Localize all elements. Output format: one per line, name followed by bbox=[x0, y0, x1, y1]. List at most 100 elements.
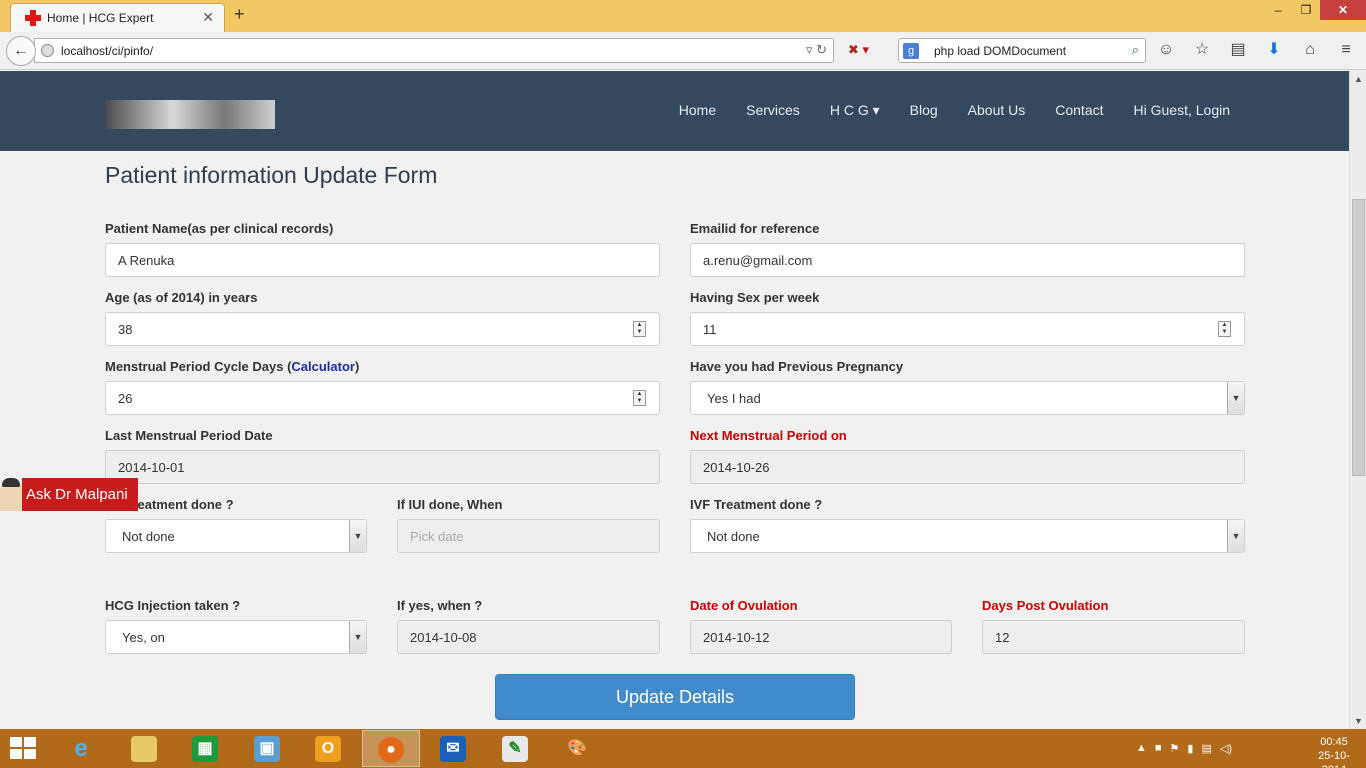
notepad-taskbar-icon[interactable]: ✎ bbox=[486, 730, 544, 767]
hcg-when-date-input[interactable]: 2014-10-08 bbox=[397, 620, 660, 654]
patient-name-label: Patient Name(as per clinical records) bbox=[105, 221, 334, 236]
new-tab-button[interactable]: + bbox=[234, 4, 245, 25]
nav-login[interactable]: Hi Guest, Login bbox=[1134, 102, 1231, 119]
calculator-link[interactable]: Calculator bbox=[291, 359, 355, 374]
last-period-label: Last Menstrual Period Date bbox=[105, 428, 273, 443]
chevron-down-icon[interactable]: ▼ bbox=[349, 520, 366, 552]
addon-face-icon[interactable]: ☺ bbox=[1155, 39, 1177, 61]
chevron-down-icon[interactable]: ▼ bbox=[349, 621, 366, 653]
scroll-up-arrow-icon[interactable]: ▲ bbox=[1350, 71, 1366, 87]
chevron-down-icon[interactable]: ▼ bbox=[1227, 520, 1244, 552]
close-window-button[interactable]: ✕ bbox=[1320, 0, 1366, 20]
ask-doctor-widget[interactable]: Ask Dr Malpani bbox=[0, 478, 138, 511]
bookmarks-list-icon[interactable]: ▤ bbox=[1227, 39, 1249, 61]
outlook-taskbar-icon[interactable]: O bbox=[299, 730, 357, 767]
previous-pregnancy-label: Have you had Previous Pregnancy bbox=[690, 359, 904, 374]
globe-icon bbox=[41, 44, 54, 57]
scroll-down-arrow-icon[interactable]: ▼ bbox=[1350, 713, 1366, 729]
age-number-input[interactable]: 38 ▲ ▼ bbox=[105, 312, 660, 346]
last-period-date-input[interactable]: 2014-10-01 bbox=[105, 450, 660, 484]
age-spinner-icon[interactable]: ▲ ▼ bbox=[633, 321, 646, 337]
ask-doctor-label[interactable]: Ask Dr Malpani bbox=[22, 478, 138, 511]
sex-per-week-spinner-icon[interactable]: ▲ ▼ bbox=[1218, 321, 1231, 337]
tab-title: Home | HCG Expert bbox=[47, 11, 154, 25]
ivf-treatment-label: IVF Treatment done ? bbox=[690, 497, 823, 512]
bookmark-star-icon[interactable]: ☆ bbox=[1191, 39, 1213, 61]
download-icon[interactable]: ⬇ bbox=[1263, 39, 1285, 61]
firefox-taskbar-icon[interactable]: ● bbox=[362, 730, 420, 767]
nav-services[interactable]: Services bbox=[746, 102, 800, 119]
url-text[interactable]: localhost/ci/pinfo/ bbox=[61, 44, 153, 58]
volume-icon[interactable]: ◁) bbox=[1220, 742, 1232, 755]
red-cross-favicon-icon bbox=[25, 10, 41, 26]
tab-close-icon[interactable]: ✕ bbox=[202, 9, 214, 26]
search-box[interactable]: g php load DOMDocument ⌕ bbox=[898, 38, 1146, 63]
search-icon[interactable]: ⌕ bbox=[1132, 42, 1139, 58]
internet-explorer-taskbar-icon[interactable]: e bbox=[52, 730, 110, 767]
scroll-thumb[interactable] bbox=[1352, 199, 1365, 476]
update-details-button[interactable]: Update Details bbox=[495, 674, 855, 720]
minimize-button[interactable]: – bbox=[1264, 0, 1292, 20]
cycle-days-number-input[interactable]: 26 ▲ ▼ bbox=[105, 381, 660, 415]
email-label: Emailid for reference bbox=[690, 221, 820, 236]
photo-app-taskbar-icon[interactable]: ▣ bbox=[238, 730, 296, 767]
reload-icon[interactable]: ▿ ↻ bbox=[806, 42, 827, 58]
next-period-output: 2014-10-26 bbox=[690, 450, 1245, 484]
menu-icon[interactable]: ≡ bbox=[1335, 39, 1357, 61]
hcg-injection-value: Yes, on bbox=[122, 630, 165, 645]
iui-when-date-input[interactable]: Pick date bbox=[397, 519, 660, 553]
email-input[interactable]: a.renu@gmail.com bbox=[690, 243, 1245, 277]
patient-name-input[interactable]: A Renuka bbox=[105, 243, 660, 277]
browser-tab[interactable]: Home | HCG Expert ✕ bbox=[10, 3, 225, 32]
windows-taskbar: e ▦ ▣ O ● ✉ ✎ 🎨 ▲ ■ ⚑ ▮ ▤ ◁) 00:45 25-10… bbox=[0, 729, 1366, 768]
cycle-days-label: Menstrual Period Cycle Days (Calculator) bbox=[105, 359, 359, 374]
cycle-days-spinner-icon[interactable]: ▲ ▼ bbox=[633, 390, 646, 406]
search-input[interactable]: php load DOMDocument bbox=[934, 44, 1066, 58]
show-hidden-icons-icon[interactable]: ▲ bbox=[1136, 742, 1147, 755]
system-tray: ▲ ■ ⚑ ▮ ▤ ◁) bbox=[1136, 742, 1232, 755]
sex-per-week-value: 11 bbox=[703, 322, 717, 337]
nav-contact[interactable]: Contact bbox=[1055, 102, 1103, 119]
taskbar-clock[interactable]: 00:45 25-10-2014 bbox=[1309, 735, 1359, 768]
network-icon[interactable]: ▤ bbox=[1201, 742, 1211, 755]
addon-block-icon[interactable]: ✖ ▾ bbox=[848, 42, 869, 58]
days-post-ovulation-output: 12 bbox=[982, 620, 1245, 654]
site-logo[interactable] bbox=[105, 100, 275, 129]
mail-taskbar-icon[interactable]: ✉ bbox=[424, 730, 482, 767]
ovulation-date-label: Date of Ovulation bbox=[690, 598, 798, 613]
nav-about-us[interactable]: About Us bbox=[968, 102, 1026, 119]
store-taskbar-icon[interactable]: ▦ bbox=[176, 730, 234, 767]
hcg-injection-label: HCG Injection taken ? bbox=[105, 598, 241, 613]
nav-blog[interactable]: Blog bbox=[910, 102, 938, 119]
action-center-flag-icon[interactable]: ⚑ bbox=[1170, 742, 1180, 755]
iui-treatment-select[interactable]: Not done ▼ bbox=[105, 519, 367, 553]
days-post-ovulation-label: Days Post Ovulation bbox=[982, 598, 1109, 613]
maximize-button[interactable]: ❐ bbox=[1292, 0, 1320, 20]
site-nav: Home Services H C G ▾ Blog About Us Cont… bbox=[679, 102, 1230, 119]
google-search-engine-icon[interactable]: g bbox=[903, 43, 919, 59]
url-bar[interactable]: localhost/ci/pinfo/ ▿ ↻ bbox=[34, 38, 834, 63]
page-scrollbar[interactable]: ▲ ▼ bbox=[1349, 71, 1366, 729]
hcg-when-label: If yes, when ? bbox=[397, 598, 483, 613]
hcg-injection-select[interactable]: Yes, on ▼ bbox=[105, 620, 367, 654]
chevron-down-icon[interactable]: ▼ bbox=[1227, 382, 1244, 414]
cycle-days-label-suffix: ) bbox=[354, 359, 360, 374]
sex-per-week-number-input[interactable]: 11 ▲ ▼ bbox=[690, 312, 1245, 346]
cycle-days-value: 26 bbox=[118, 391, 133, 406]
windows-start-icon[interactable] bbox=[10, 737, 38, 761]
ivf-treatment-select[interactable]: Not done ▼ bbox=[690, 519, 1245, 553]
back-button[interactable]: ← bbox=[6, 36, 36, 66]
tray-app-icon[interactable]: ■ bbox=[1155, 742, 1162, 755]
back-arrow-icon: ← bbox=[13, 42, 29, 59]
age-value: 38 bbox=[118, 322, 133, 337]
age-label: Age (as of 2014) in years bbox=[105, 290, 258, 305]
previous-pregnancy-select[interactable]: Yes I had ▼ bbox=[690, 381, 1245, 415]
clock-date: 25-10-2014 bbox=[1318, 750, 1350, 768]
paint-taskbar-icon[interactable]: 🎨 bbox=[548, 730, 606, 767]
nav-home[interactable]: Home bbox=[679, 102, 716, 119]
browser-nav-bar: localhost/ci/pinfo/ ▿ ↻ ← ✖ ▾ g php load… bbox=[0, 32, 1366, 70]
file-explorer-taskbar-icon[interactable] bbox=[115, 730, 173, 767]
home-icon[interactable]: ⌂ bbox=[1299, 39, 1321, 61]
battery-icon[interactable]: ▮ bbox=[1187, 742, 1193, 755]
nav-hcg-dropdown[interactable]: H C G ▾ bbox=[830, 102, 880, 119]
